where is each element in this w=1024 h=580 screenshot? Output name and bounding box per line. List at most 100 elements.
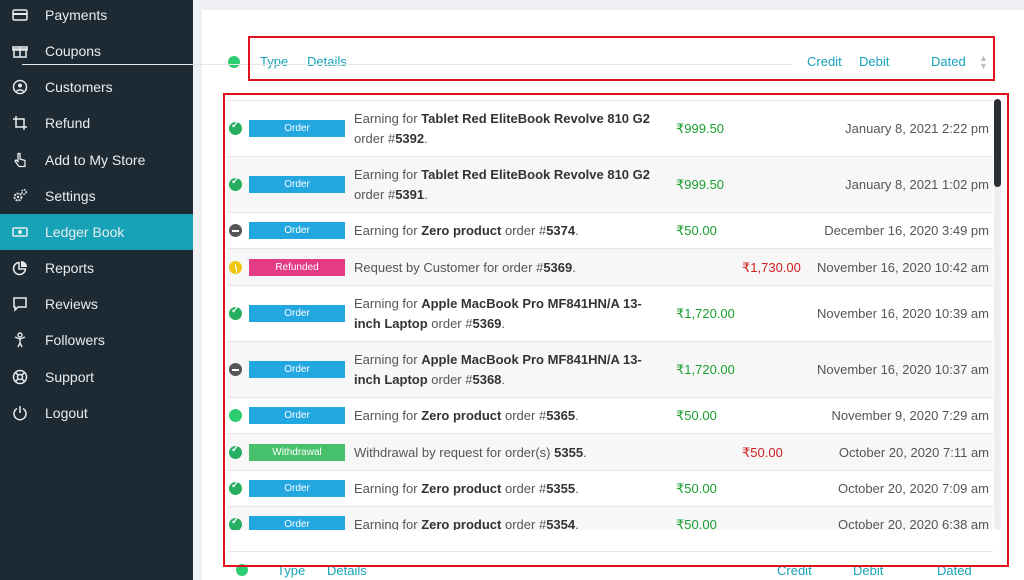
status-pending-icon [229,261,242,274]
type-badge: Refunded [249,259,345,276]
cogs-icon [11,187,29,205]
type-badge: Order [249,407,345,424]
pie-chart-icon [11,259,29,277]
life-ring-icon [11,368,29,386]
type-badge: Withdrawal [249,444,345,461]
sidebar: Payments Coupons Customers Refund Add to… [0,0,193,580]
header-dated[interactable]: Dated [931,54,966,69]
sidebar-item-label: Logout [45,405,88,421]
status-approved-icon [229,444,242,459]
table-row: Refunded Request by Customer for order #… [227,248,993,285]
table-row: Order Earning for Apple MacBook Pro MF84… [227,341,993,397]
row-credit: ₹1,720.00 [676,362,735,377]
sidebar-item-ledger-book[interactable]: Ledger Book [0,214,193,250]
row-dated: November 9, 2020 7:29 am [831,408,989,423]
type-badge: Order [249,120,345,137]
row-credit: ₹999.50 [676,121,725,136]
sidebar-item-label: Followers [45,332,105,348]
footer-credit[interactable]: Credit [777,563,812,578]
row-credit: ₹1,720.00 [676,306,735,321]
type-badge: Order [249,305,345,322]
row-debit: ₹1,730.00 [742,260,801,275]
child-icon [11,331,29,349]
table-row: Order Earning for Tablet Red EliteBook R… [227,156,993,212]
select-all-icon[interactable] [228,53,240,68]
table-row: Order Earning for Tablet Red EliteBook R… [227,100,993,156]
status-approved-icon [229,480,242,495]
row-details: Earning for Apple MacBook Pro MF841HN/A … [354,296,642,331]
sidebar-item-settings[interactable]: Settings [0,178,193,214]
sidebar-item-followers[interactable]: Followers [0,322,193,358]
sidebar-item-label: Customers [45,79,113,95]
table-footer: Type Details Credit Debit Dated [202,552,1024,580]
header-type[interactable]: Type [260,54,288,69]
sidebar-item-label: Ledger Book [45,224,125,240]
status-cancelled-icon [229,363,242,376]
sidebar-item-payments[interactable]: Payments [0,0,193,33]
row-credit: ₹50.00 [676,223,717,238]
sidebar-item-refund[interactable]: Refund [0,105,193,141]
footer-type[interactable]: Type [277,563,305,578]
money-bill-icon [11,223,29,241]
header-credit[interactable]: Credit [807,54,842,69]
gift-icon [11,42,29,60]
status-approved-icon [229,516,242,530]
table-row: Order Earning for Apple MacBook Pro MF84… [227,285,993,341]
footer-details[interactable]: Details [327,563,367,578]
row-details: Earning for Tablet Red EliteBook Revolve… [354,167,650,202]
footer-dated[interactable]: Dated [937,563,972,578]
scrollbar-thumb[interactable] [994,99,1001,187]
table-row: Order Earning for Zero product order #53… [227,470,993,506]
row-details: Request by Customer for order #5369. [354,260,576,275]
status-approved-icon [229,305,242,320]
sidebar-item-label: Support [45,369,95,385]
row-details: Earning for Zero product order #5374. [354,223,579,238]
type-badge: Order [249,480,345,497]
row-dated: January 8, 2021 1:02 pm [845,177,989,192]
sidebar-item-add-to-my-store[interactable]: Add to My Store [0,142,193,178]
row-details: Withdrawal by request for order(s) 5355. [354,445,587,460]
sidebar-item-logout[interactable]: Logout [0,395,193,431]
sort-icon[interactable]: ▲ ▼ [979,54,988,71]
power-icon [11,404,29,422]
comment-icon [11,295,29,313]
row-dated: October 20, 2020 7:09 am [837,481,989,496]
header-debit[interactable]: Debit [859,54,889,69]
sidebar-item-customers[interactable]: Customers [0,69,193,105]
hand-pointer-icon [11,151,29,169]
row-dated: October 20, 2020 6:38 am [837,517,989,530]
header-divider [22,64,792,65]
table-row: Order Earning for Zero product order #53… [227,506,993,530]
row-debit: ₹50.00 [742,445,783,460]
row-credit: ₹50.00 [676,517,717,530]
sidebar-item-label: Add to My Store [45,152,146,168]
table-scrollbar[interactable] [994,99,1001,530]
header-details[interactable]: Details [307,54,347,69]
row-details: Earning for Zero product order #5365. [354,408,579,423]
sidebar-item-reviews[interactable]: Reviews [0,286,193,322]
row-details: Earning for Apple MacBook Pro MF841HN/A … [354,352,642,387]
sidebar-item-support[interactable]: Support [0,359,193,395]
table-row: Order Earning for Zero product order #53… [227,397,993,433]
crop-icon [11,114,29,132]
sidebar-item-label: Settings [45,188,96,204]
type-badge: Order [249,516,345,530]
row-dated: October 20, 2020 7:11 am [838,445,989,460]
row-dated: November 16, 2020 10:39 am [817,306,989,321]
sidebar-item-label: Refund [45,115,91,131]
select-all-icon[interactable] [236,561,248,576]
type-badge: Order [249,361,345,378]
row-details: Earning for Tablet Red EliteBook Revolve… [354,111,650,146]
sidebar-item-label: Coupons [45,43,102,59]
row-dated: November 16, 2020 10:37 am [817,362,989,377]
type-badge: Order [249,222,345,239]
sidebar-item-label: Payments [45,7,108,23]
row-dated: November 16, 2020 10:42 am [817,260,989,275]
user-circle-icon [11,78,29,96]
sidebar-item-reports[interactable]: Reports [0,250,193,286]
sidebar-item-label: Reviews [45,296,98,312]
footer-debit[interactable]: Debit [853,563,883,578]
row-details: Earning for Zero product order #5354. [354,517,579,530]
row-details: Earning for Zero product order #5355. [354,481,579,496]
status-cancelled-icon [229,224,242,237]
